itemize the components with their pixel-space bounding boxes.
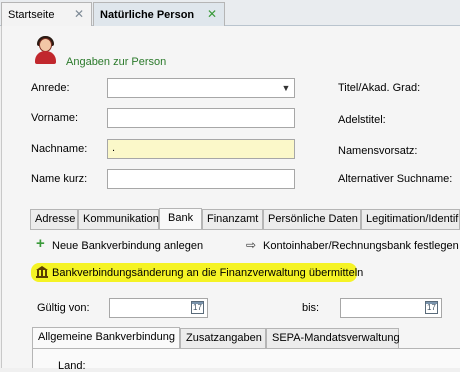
anrede-select[interactable]: ▼ (107, 78, 295, 98)
new-bank-link[interactable]: Neue Bankverbindung anlegen (52, 240, 203, 252)
gueltig-von-input[interactable]: 17 (109, 298, 208, 318)
tab-adresse[interactable]: Adresse (30, 209, 78, 230)
bank-details-panel (32, 349, 460, 368)
tab-label: Natürliche Person (100, 9, 195, 21)
tab-kommunikation[interactable]: Kommunikation (78, 209, 159, 230)
alt-suchname-label: Alternativer Suchname: (338, 173, 453, 185)
bank-icon (36, 266, 48, 278)
namensvorsatz-label: Namensvorsatz: (338, 145, 418, 157)
calendar-icon[interactable]: 17 (425, 301, 438, 314)
arrow-right-icon: ⇨ (246, 238, 257, 252)
tab-sepa-mandatsverwaltung[interactable]: SEPA-Mandatsverwaltung (266, 328, 400, 349)
vorname-label: Vorname: (31, 112, 79, 124)
land-label: Land: (58, 360, 86, 372)
close-icon[interactable]: ✕ (73, 8, 85, 20)
close-icon[interactable]: ✕ (206, 8, 218, 20)
nachname-value: . (112, 142, 116, 154)
tab-persoenliche-daten[interactable]: Persönliche Daten (263, 209, 361, 230)
person-icon (33, 36, 57, 66)
tab-allgemeine-bankverbindung[interactable]: Allgemeine Bankverbindung (32, 327, 180, 349)
titel-label: Titel/Akad. Grad: (338, 82, 421, 94)
tab-natuerliche-person[interactable]: Natürliche Person ✕ (93, 2, 225, 27)
plus-icon: + (36, 235, 45, 252)
document-tab-bar: Startseite ✕ Natürliche Person ✕ (0, 0, 460, 27)
adelstitel-label: Adelstitel: (338, 114, 386, 126)
gueltig-von-label: Gültig von: (37, 302, 90, 314)
chevron-down-icon[interactable]: ▼ (281, 84, 291, 93)
nachname-input[interactable]: . (107, 139, 295, 159)
account-holder-link[interactable]: Kontoinhaber/Rechnungsbank festlegen (263, 240, 459, 252)
bis-input[interactable]: 17 (340, 298, 442, 318)
vorname-input[interactable] (107, 108, 295, 128)
tab-legitimation[interactable]: Legitimation/Identifi (361, 209, 460, 230)
calendar-icon[interactable]: 17 (191, 301, 204, 314)
bis-label: bis: (302, 302, 320, 314)
tab-divider (30, 229, 460, 230)
name-kurz-input[interactable] (107, 169, 295, 189)
tab-bank[interactable]: Bank (159, 208, 202, 230)
section-title: Angaben zur Person (66, 56, 167, 68)
tab-finanzamt[interactable]: Finanzamt (202, 209, 263, 230)
anrede-label: Anrede: (31, 82, 70, 94)
nachname-label: Nachname: (31, 143, 88, 155)
tab-zusatzangaben[interactable]: Zusatzangaben (180, 328, 266, 349)
transmit-link[interactable]: Bankverbindungsänderung an die Finanzver… (52, 267, 363, 279)
tab-label: Startseite (8, 8, 55, 21)
tab-startseite[interactable]: Startseite ✕ (1, 2, 92, 26)
name-kurz-label: Name kurz: (31, 173, 88, 185)
